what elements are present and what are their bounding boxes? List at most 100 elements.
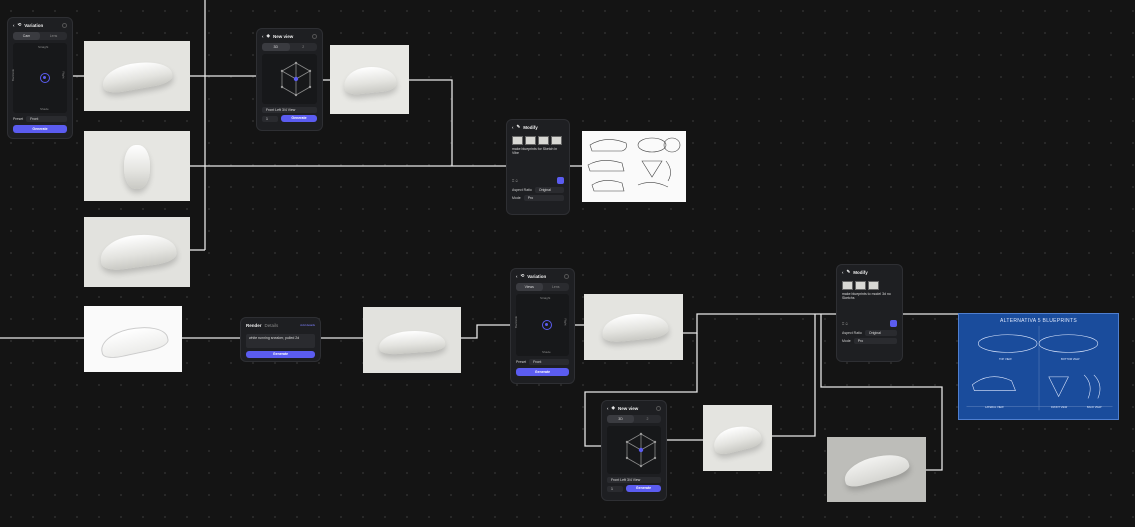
view-cube-icon[interactable]: [276, 59, 316, 99]
aspect-select[interactable]: Original: [864, 330, 897, 336]
view-icon: ◈: [266, 33, 270, 38]
back-icon[interactable]: ‹: [607, 406, 609, 411]
blueprint-label: FRONT VIEW: [1051, 406, 1068, 409]
right-label: Right: [61, 71, 66, 79]
generated-image[interactable]: [827, 437, 926, 502]
generate-button[interactable]: Generate: [516, 368, 569, 376]
top-label: Straight: [38, 45, 49, 49]
render-node[interactable]: Render Details Add details white running s…: [240, 317, 321, 362]
generate-button[interactable]: Generate: [246, 351, 315, 358]
blueprint-label: BOTTOM VIEW: [1061, 358, 1080, 361]
settings-icon[interactable]: [62, 22, 67, 28]
thumbnail[interactable]: [525, 136, 536, 145]
blueprint-image[interactable]: ALTERNATIVA 5 BLUEPRINTS TOP VIEW BOTTOM…: [958, 313, 1119, 420]
generated-image[interactable]: [84, 41, 190, 111]
view-icon: ◈: [611, 405, 615, 410]
preset-select[interactable]: Front: [26, 116, 67, 122]
tab-3d[interactable]: 3D: [607, 415, 634, 423]
generate-button[interactable]: Generate: [281, 115, 317, 122]
reference-thumbnails: [842, 281, 897, 290]
thumbnail[interactable]: [512, 136, 523, 145]
settings-icon[interactable]: [564, 273, 569, 279]
thumbnail[interactable]: [842, 281, 853, 290]
generated-image[interactable]: [363, 307, 461, 373]
generated-image[interactable]: [84, 306, 182, 372]
tab-details[interactable]: Details: [265, 323, 279, 328]
camera-angle-pad[interactable]: Straight Backside Right Shade: [514, 294, 569, 356]
camera-handle[interactable]: [40, 73, 50, 83]
back-icon[interactable]: ‹: [512, 125, 514, 130]
mode-select[interactable]: Pro: [853, 338, 897, 344]
tab-views[interactable]: Views: [516, 283, 543, 291]
tab-lens[interactable]: Lens: [543, 283, 570, 291]
generated-image[interactable]: [84, 131, 190, 201]
generate-button[interactable]: Generate: [13, 125, 67, 133]
shoe-render: [342, 64, 398, 96]
back-icon[interactable]: ‹: [262, 34, 264, 39]
prompt-input[interactable]: white running sneaker, pulled 2d: [246, 334, 315, 348]
count-select[interactable]: 1: [607, 485, 623, 492]
view-cube-pad[interactable]: [262, 54, 317, 104]
left-label: Backside: [11, 68, 16, 82]
attach-icon[interactable]: ⌗ ⊙: [842, 321, 848, 326]
preset-select[interactable]: Front: [529, 359, 569, 365]
back-icon[interactable]: ‹: [13, 23, 15, 28]
new-view-node[interactable]: ‹ ◈ New view 3D 2 Front Left 3/4 View 1 Gene…: [601, 400, 667, 501]
back-icon[interactable]: ‹: [842, 270, 844, 275]
bottom-label: Shade: [40, 107, 49, 111]
node-title: Modify: [853, 269, 868, 275]
modify-node[interactable]: ‹ ✎ Modify make blueprints for Sketch in V…: [506, 119, 570, 215]
view-cube-pad[interactable]: [607, 426, 661, 474]
shoe-render: [124, 145, 150, 189]
tab-2[interactable]: 2: [290, 43, 318, 51]
back-icon[interactable]: ‹: [516, 274, 518, 279]
generated-image[interactable]: [584, 294, 683, 360]
count-select[interactable]: 1: [262, 115, 278, 122]
thumbnail[interactable]: [855, 281, 866, 290]
tab-3d[interactable]: 3D: [262, 43, 290, 51]
attach-icon[interactable]: ⌗ ⊙: [512, 178, 518, 183]
thumbnail[interactable]: [538, 136, 549, 145]
prompt-text[interactable]: make blueprints for Sketch in Vibe: [512, 147, 564, 155]
settings-icon[interactable]: [656, 405, 661, 411]
generated-image[interactable]: [703, 405, 772, 471]
sketch-drawing: [587, 137, 681, 192]
node-title: Variation: [24, 22, 44, 28]
wire: [683, 313, 836, 334]
settings-icon[interactable]: [312, 33, 317, 39]
add-details-link[interactable]: Add details: [300, 323, 315, 327]
modify-node[interactable]: ‹ ✎ Modify make blueprints to model 3d no …: [836, 264, 903, 362]
send-button[interactable]: [557, 177, 564, 184]
send-button[interactable]: [890, 320, 897, 327]
camera-handle[interactable]: [542, 320, 552, 330]
modify-icon: ✎: [846, 269, 851, 274]
generate-button[interactable]: Generate: [626, 485, 661, 492]
mode-select[interactable]: Pro: [523, 195, 564, 201]
generated-image[interactable]: [84, 217, 190, 287]
aspect-select[interactable]: Original: [534, 187, 564, 193]
preset-label: Preset: [13, 117, 24, 121]
thumbnail[interactable]: [868, 281, 879, 290]
view-cube-icon[interactable]: [621, 430, 661, 470]
node-title: Render: [246, 322, 262, 328]
tab-cam[interactable]: Cam: [13, 32, 40, 40]
prompt-text[interactable]: make blueprints to model 3d no Sketchs: [842, 292, 897, 300]
node-title: New view: [617, 405, 639, 411]
new-view-node[interactable]: ‹ ◈ New view 3D 2 Front Left 3/4 View 1 Gene…: [256, 28, 323, 131]
tab-lens[interactable]: Lens: [40, 32, 67, 40]
blueprint-label: LATERAL VIEW: [985, 406, 1004, 409]
mode-label: Mode: [842, 339, 851, 343]
bottom-label: Shade: [542, 350, 551, 354]
thumbnail[interactable]: [551, 136, 562, 145]
sketch-sheet-image[interactable]: [582, 131, 686, 202]
camera-angle-pad[interactable]: Straight Backside Right Shade: [11, 43, 67, 113]
variation-node[interactable]: ‹ ⟲ Variation Cam Lens Straight Backside Ri…: [7, 17, 73, 139]
shoe-render: [98, 229, 178, 273]
tab-2[interactable]: 2: [634, 415, 661, 423]
generated-image[interactable]: [330, 45, 409, 114]
view-select[interactable]: Front Left 3/4 View: [607, 477, 661, 483]
variation-node[interactable]: ‹ ⟲ Variation Views Lens Straight Backside …: [510, 268, 575, 384]
right-label: Right: [563, 318, 568, 326]
aspect-label: Aspect Ratio: [512, 188, 532, 192]
view-select[interactable]: Front Left 3/4 View: [262, 107, 317, 113]
